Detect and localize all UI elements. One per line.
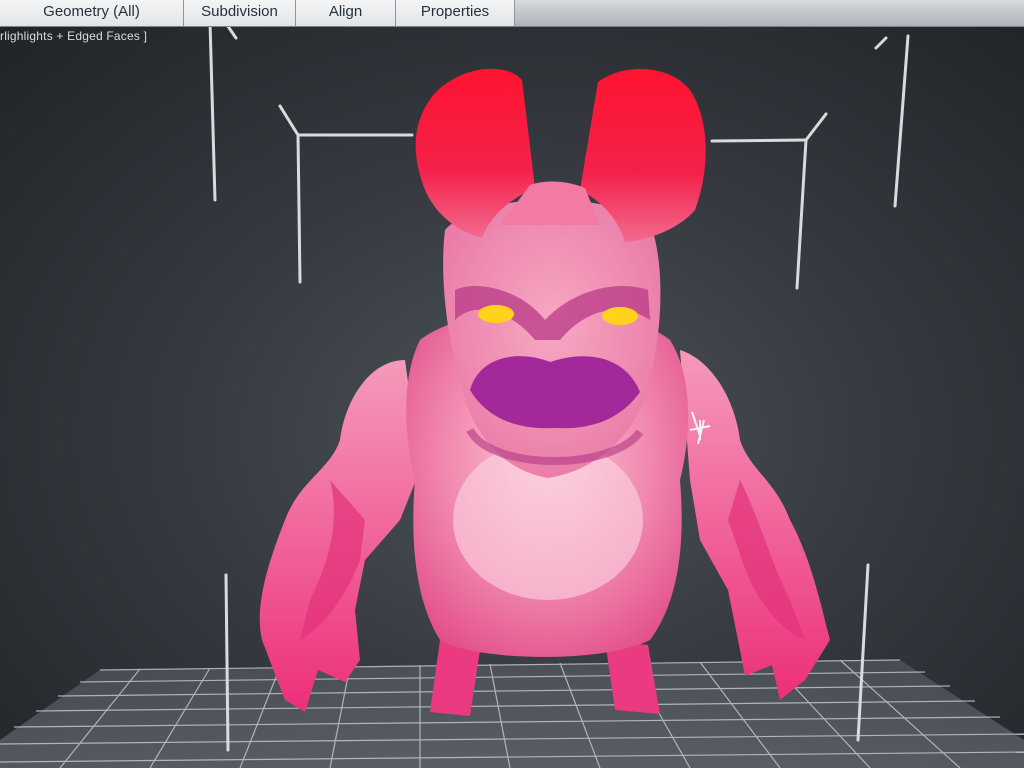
right-eye	[602, 307, 638, 325]
ground-grid	[0, 659, 1024, 768]
tab-geometry-all[interactable]: Geometry (All)	[0, 0, 184, 26]
creature-model[interactable]	[259, 68, 830, 716]
tab-subdivision[interactable]: Subdivision	[184, 0, 296, 26]
command-ribbon: Geometry (All) Subdivision Align Propert…	[0, 0, 1024, 27]
tab-properties[interactable]: Properties	[396, 0, 515, 26]
perspective-viewport[interactable]: rlighlights + Edged Faces ]	[0, 27, 1024, 768]
ribbon-panel-area	[515, 4, 1024, 26]
viewport-scene	[0, 27, 1024, 768]
left-eye	[478, 305, 514, 323]
tab-align[interactable]: Align	[296, 0, 396, 26]
